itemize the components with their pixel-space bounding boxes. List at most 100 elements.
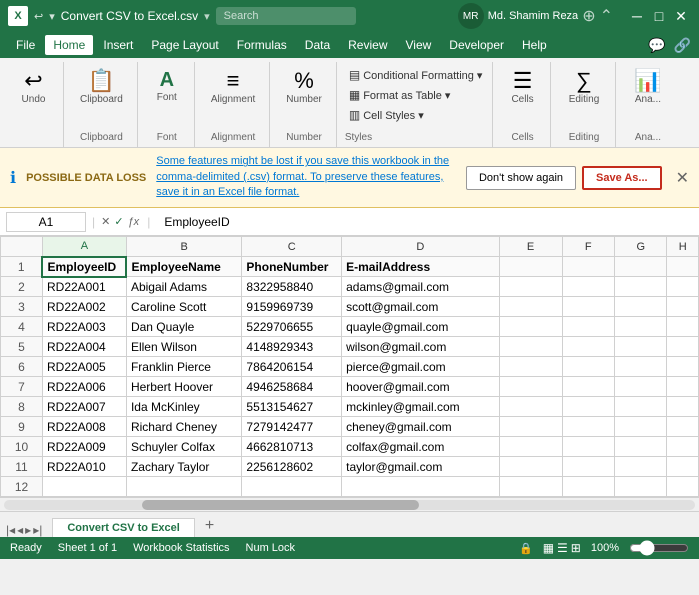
table-cell[interactable]: E-mailAddress (342, 257, 499, 277)
zoom-slider[interactable] (629, 540, 689, 556)
conditional-formatting-button[interactable]: ▤ Conditional Formatting ▾ (345, 66, 487, 84)
menu-data[interactable]: Data (297, 35, 338, 55)
menu-formulas[interactable]: Formulas (229, 35, 295, 55)
table-cell[interactable]: RD22A006 (42, 377, 126, 397)
table-cell[interactable]: 4148929343 (242, 337, 342, 357)
col-header-h[interactable]: H (667, 237, 699, 257)
menu-review[interactable]: Review (340, 35, 395, 55)
table-cell[interactable]: EmployeeID (42, 257, 126, 277)
table-cell[interactable] (562, 397, 614, 417)
table-cell[interactable]: RD22A008 (42, 417, 126, 437)
table-cell[interactable]: RD22A001 (42, 277, 126, 297)
table-cell[interactable] (667, 297, 699, 317)
title-search-input[interactable] (216, 7, 356, 25)
table-cell[interactable]: Ellen Wilson (126, 337, 241, 357)
table-cell[interactable]: taylor@gmail.com (342, 457, 499, 477)
table-cell[interactable] (42, 477, 126, 497)
table-cell[interactable]: Herbert Hoover (126, 377, 241, 397)
col-header-g[interactable]: G (614, 237, 666, 257)
table-cell[interactable]: 2256128602 (242, 457, 342, 477)
menu-view[interactable]: View (398, 35, 440, 55)
minimize-button[interactable]: ─ (627, 6, 647, 26)
table-cell[interactable]: 9159969739 (242, 297, 342, 317)
table-cell[interactable] (499, 337, 562, 357)
cell-reference-input[interactable] (6, 212, 86, 232)
sheet-nav-last[interactable]: ▸| (33, 523, 42, 537)
table-cell[interactable] (499, 277, 562, 297)
table-cell[interactable] (562, 437, 614, 457)
undo-button[interactable]: ↩ Undo (14, 66, 54, 109)
confirm-formula-button[interactable]: ✓ (114, 215, 123, 228)
table-cell[interactable] (614, 437, 666, 457)
table-cell[interactable]: Dan Quayle (126, 317, 241, 337)
table-cell[interactable] (562, 257, 614, 277)
share-icon[interactable]: ⊕ (582, 6, 595, 26)
table-cell[interactable] (499, 417, 562, 437)
quick-access-undo[interactable]: ↩ (34, 10, 43, 23)
col-header-f[interactable]: F (562, 237, 614, 257)
table-cell[interactable] (614, 337, 666, 357)
close-button[interactable]: ✕ (671, 6, 691, 26)
table-cell[interactable]: 7864206154 (242, 357, 342, 377)
table-cell[interactable]: Zachary Taylor (126, 457, 241, 477)
table-cell[interactable] (614, 417, 666, 437)
dont-show-again-button[interactable]: Don't show again (466, 166, 576, 190)
table-cell[interactable] (614, 277, 666, 297)
sheet-nav-prev[interactable]: ◂ (17, 523, 23, 537)
workbook-statistics-button[interactable]: Workbook Statistics (133, 542, 229, 554)
grid-container[interactable]: A B C D E F G H 1EmployeeIDEmployeeNameP… (0, 236, 699, 497)
cells-button[interactable]: ☰ Cells (503, 66, 541, 109)
table-cell[interactable] (499, 357, 562, 377)
table-cell[interactable] (667, 317, 699, 337)
table-cell[interactable]: cheney@gmail.com (342, 417, 499, 437)
table-cell[interactable] (667, 397, 699, 417)
table-cell[interactable]: Schuyler Colfax (126, 437, 241, 457)
table-cell[interactable] (562, 297, 614, 317)
table-cell[interactable]: RD22A007 (42, 397, 126, 417)
menu-home[interactable]: Home (45, 35, 93, 55)
normal-view-button[interactable]: ▦ (543, 541, 554, 555)
format-as-table-button[interactable]: ▦ Format as Table ▾ (345, 86, 487, 104)
table-cell[interactable]: Richard Cheney (126, 417, 241, 437)
table-cell[interactable]: 8322958840 (242, 277, 342, 297)
maximize-button[interactable]: □ (649, 6, 669, 26)
table-cell[interactable]: wilson@gmail.com (342, 337, 499, 357)
table-cell[interactable]: Ida McKinley (126, 397, 241, 417)
new-sheet-button[interactable]: + (197, 515, 222, 537)
table-cell[interactable] (614, 477, 666, 497)
table-cell[interactable]: Caroline Scott (126, 297, 241, 317)
table-cell[interactable]: RD22A003 (42, 317, 126, 337)
table-cell[interactable] (667, 277, 699, 297)
table-cell[interactable] (242, 477, 342, 497)
col-header-d[interactable]: D (342, 237, 499, 257)
banner-message[interactable]: Some features might be lost if you save … (156, 154, 456, 200)
table-cell[interactable]: pierce@gmail.com (342, 357, 499, 377)
table-cell[interactable] (342, 477, 499, 497)
table-cell[interactable]: RD22A002 (42, 297, 126, 317)
col-header-b[interactable]: B (126, 237, 241, 257)
table-cell[interactable] (499, 257, 562, 277)
table-cell[interactable]: RD22A004 (42, 337, 126, 357)
clipboard-button[interactable]: 📋 Clipboard (72, 66, 131, 109)
table-cell[interactable] (562, 357, 614, 377)
menu-help[interactable]: Help (514, 35, 555, 55)
banner-close-button[interactable]: ✕ (676, 168, 689, 188)
table-cell[interactable]: RD22A010 (42, 457, 126, 477)
table-cell[interactable]: EmployeeName (126, 257, 241, 277)
table-cell[interactable] (562, 337, 614, 357)
table-cell[interactable] (562, 417, 614, 437)
table-cell[interactable] (667, 477, 699, 497)
table-cell[interactable] (562, 477, 614, 497)
sheet-nav-next[interactable]: ▸ (25, 523, 31, 537)
col-header-a[interactable]: A (42, 237, 126, 257)
table-cell[interactable] (499, 437, 562, 457)
editing-button[interactable]: ∑ Editing (561, 66, 608, 109)
save-as-button[interactable]: Save As... (582, 166, 662, 190)
table-cell[interactable]: quayle@gmail.com (342, 317, 499, 337)
col-header-c[interactable]: C (242, 237, 342, 257)
table-cell[interactable]: 4946258684 (242, 377, 342, 397)
number-button[interactable]: % Number (278, 66, 330, 109)
page-layout-view-button[interactable]: ☰ (557, 541, 568, 555)
table-cell[interactable]: 7279142477 (242, 417, 342, 437)
analyze-button[interactable]: 📊 Ana... (626, 66, 669, 109)
